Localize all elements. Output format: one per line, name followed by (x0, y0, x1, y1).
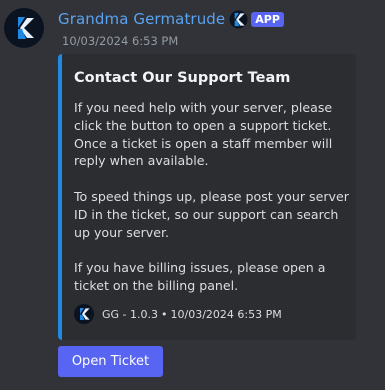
author-username[interactable]: Grandma Germatrude (58, 10, 225, 28)
chat-message: Grandma Germatrude APP 10/03/2024 6:53 P… (0, 0, 385, 390)
message-timestamp: 10/03/2024 6:53 PM (62, 34, 179, 48)
message-header: Grandma Germatrude APP (58, 8, 284, 30)
footer-timestamp: 10/03/2024 6:53 PM (170, 307, 282, 321)
gg-logo-icon (74, 304, 94, 324)
embed-paragraph: If you need help with your server, pleas… (74, 100, 333, 169)
embed-description: If you need help with your server, pleas… (74, 99, 350, 295)
embed-footer: GG - 1.0.3 • 10/03/2024 6:53 PM (74, 304, 282, 324)
embed-title: Contact Our Support Team (74, 70, 291, 86)
support-embed: Contact Our Support Team If you need hel… (58, 54, 356, 340)
embed-paragraph: If you have billing issues, please open … (74, 260, 326, 293)
app-badge: APP (251, 11, 284, 27)
bot-logo-icon (229, 9, 248, 29)
footer-text: GG - 1.0.3 (102, 307, 158, 321)
footer-separator: • (161, 307, 168, 321)
gg-logo-icon (18, 17, 34, 39)
author-avatar[interactable] (4, 8, 44, 48)
embed-paragraph: To speed things up, please post your ser… (74, 188, 349, 240)
open-ticket-button[interactable]: Open Ticket (58, 346, 163, 377)
